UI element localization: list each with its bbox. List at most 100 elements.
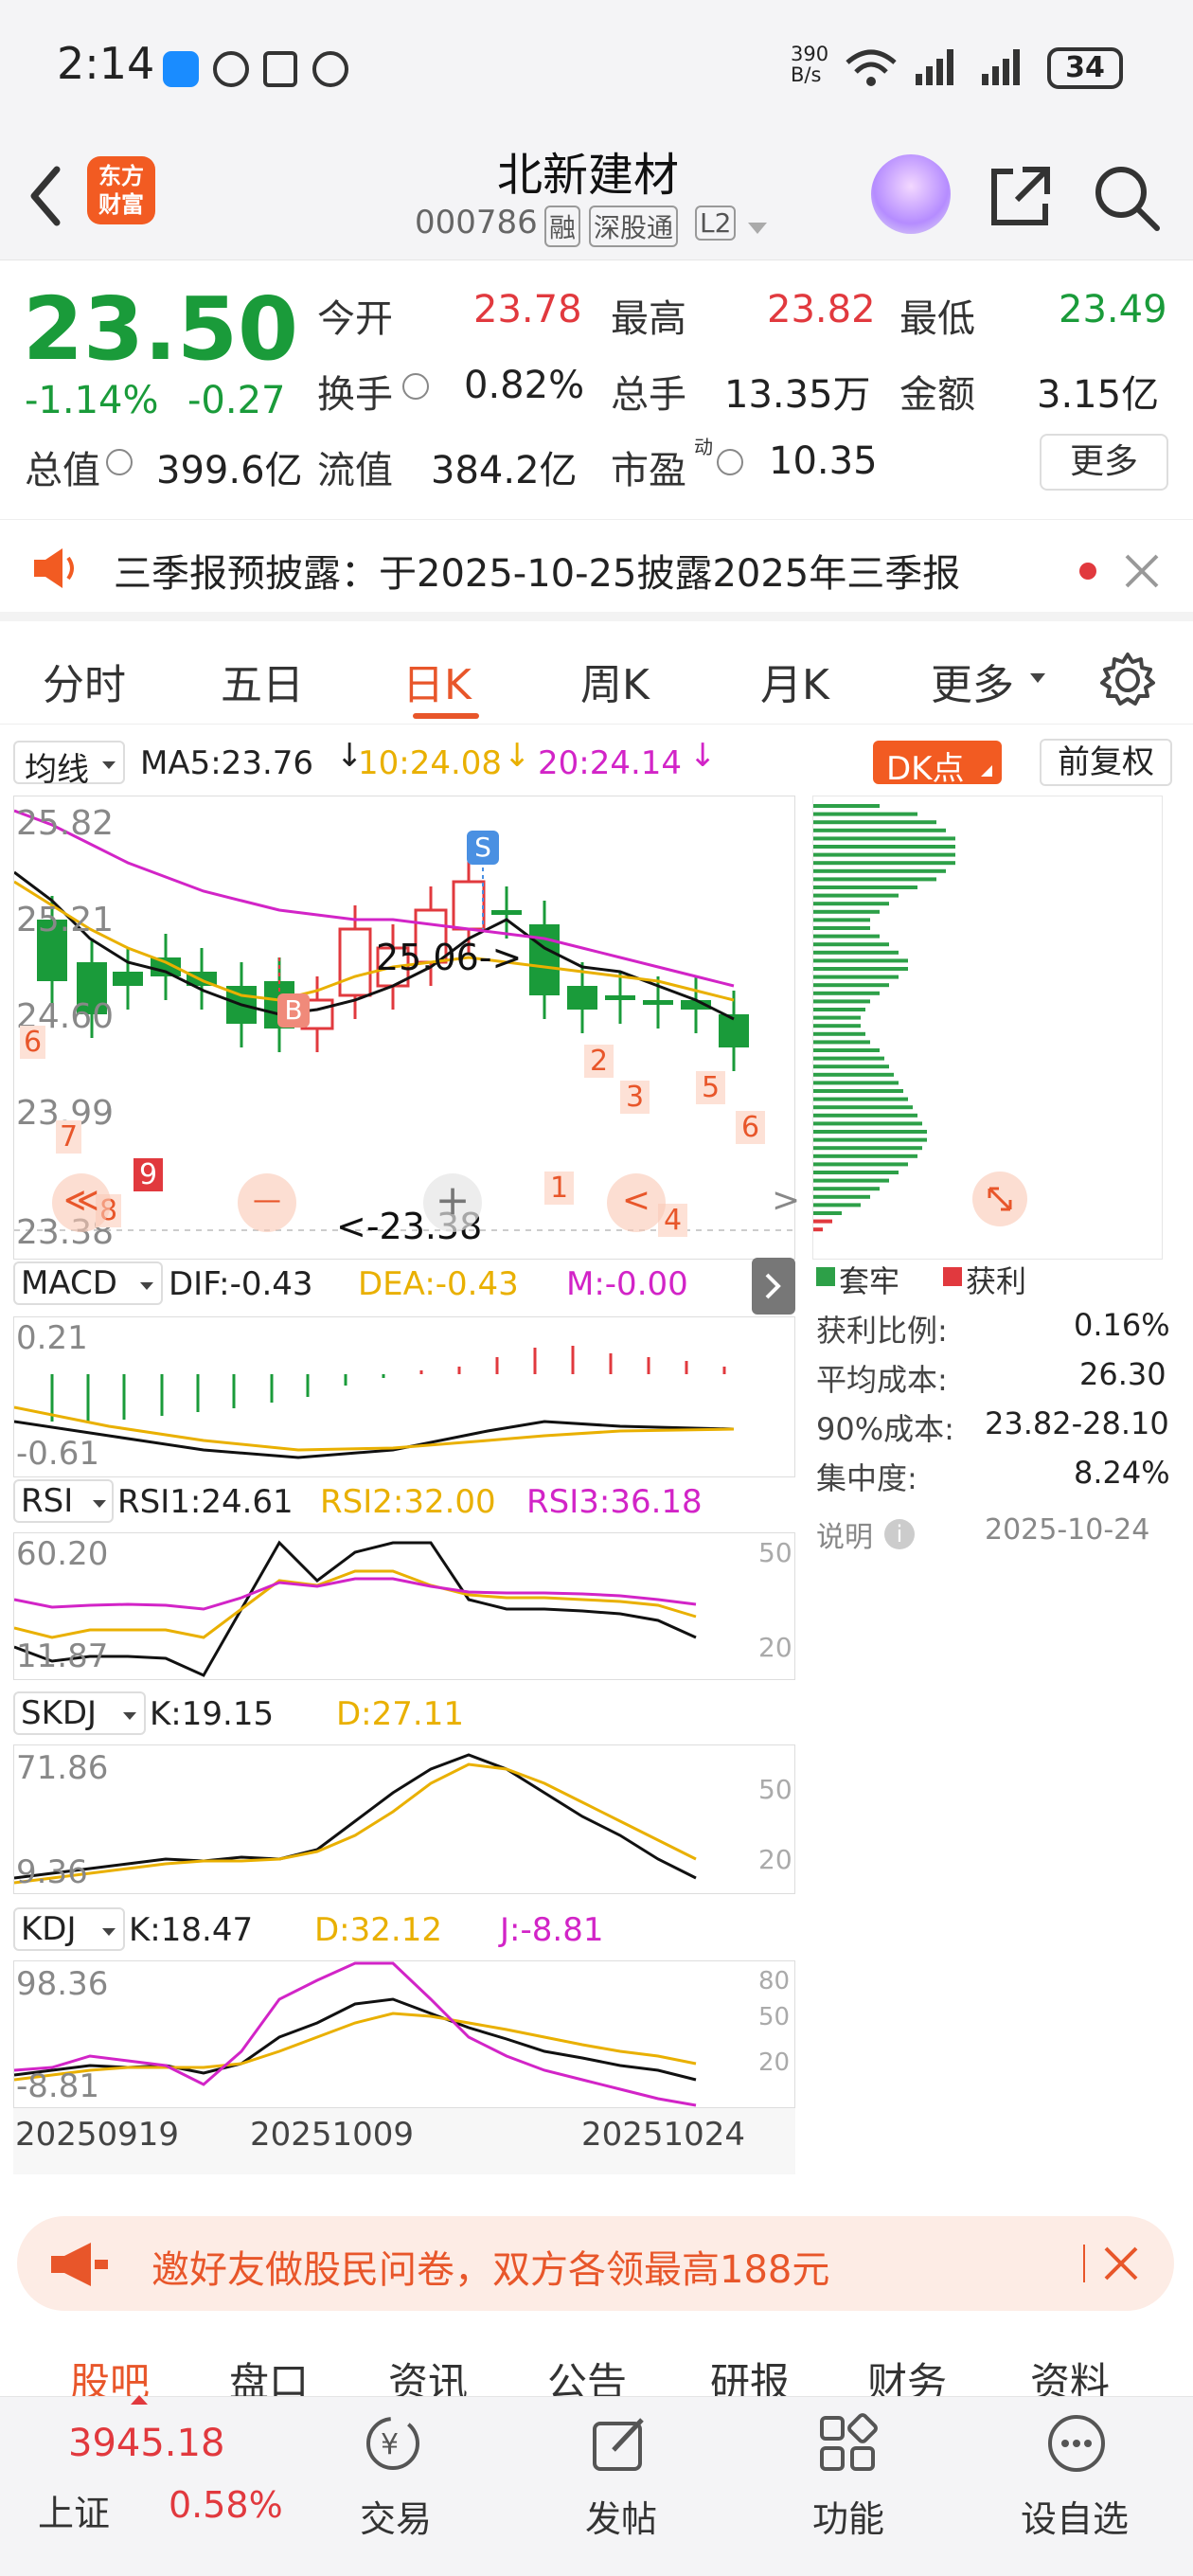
chip-bar <box>813 1171 899 1174</box>
low-value: 23.49 <box>1059 288 1167 331</box>
ref-level: 20 <box>758 2048 791 2077</box>
trade-icon[interactable]: ¥ <box>362 2412 424 2475</box>
high-value: 23.82 <box>767 288 876 331</box>
candle-body <box>338 927 372 997</box>
y-tick: 98.36 <box>16 1965 109 2003</box>
chip-distribution[interactable] <box>812 796 1163 1260</box>
ref-level: 20 <box>758 1844 792 1875</box>
close-icon[interactable] <box>1102 2245 1140 2282</box>
chip-bar <box>813 1194 870 1199</box>
chip-bar <box>813 967 908 971</box>
seq-label: 6 <box>20 1026 46 1059</box>
kline-chart[interactable]: 25.82 25.21 24.60 23.99 23.38 25.06-> <-… <box>13 796 800 1260</box>
x-axis: 20250919 20251009 20251024 <box>13 2108 795 2174</box>
back-icon[interactable] <box>21 158 68 234</box>
nav-add-watchlist[interactable]: 设自选 <box>1021 2490 1129 2542</box>
volume-label: 总手 <box>611 373 686 417</box>
rsi1-value: RSI1:24.61 <box>117 1483 294 1521</box>
signal-icon-1 <box>916 49 953 85</box>
skdj-select[interactable]: SKDJ <box>13 1691 146 1735</box>
chip-bar <box>813 1081 899 1085</box>
candle-body <box>643 1000 673 1005</box>
search-app-icon <box>163 51 199 87</box>
functions-icon[interactable] <box>816 2412 879 2475</box>
rsi-chart[interactable]: 60.20 11.87 50 20 <box>13 1532 795 1680</box>
select-caret-icon <box>102 761 116 769</box>
y-tick: -0.61 <box>16 1435 99 1473</box>
skdj-chart[interactable]: 71.86 9.36 50 20 <box>13 1744 795 1894</box>
pe-value: 10.35 <box>769 439 878 483</box>
scroll-left-button[interactable]: < <box>607 1173 666 1232</box>
chip-row-value: 8.24% <box>1074 1455 1170 1491</box>
settings-gear-icon[interactable] <box>1098 651 1157 709</box>
promo-banner[interactable]: 邀好友做股民问卷，双方各领最高188元 <box>17 2216 1174 2311</box>
info-icon[interactable] <box>402 373 429 400</box>
sell-marker[interactable]: S <box>467 831 499 865</box>
chip-bar <box>813 893 899 898</box>
nfc-icon <box>263 51 297 87</box>
tab-daily-k[interactable]: 日K <box>402 651 472 711</box>
unread-dot <box>1079 563 1096 580</box>
search-icon[interactable] <box>1089 160 1165 236</box>
macd-dif: DIF:-0.43 <box>169 1265 313 1303</box>
zoom-in-button[interactable]: + <box>423 1173 482 1232</box>
info-icon[interactable]: i <box>884 1519 915 1549</box>
index-value[interactable]: 3945.18 <box>68 2422 224 2465</box>
tab-more[interactable]: 更多 <box>931 651 1014 711</box>
notice-bar[interactable]: 三季报预披露：于2025-10-25披露2025年三季报 <box>0 519 1193 621</box>
expand-icon[interactable] <box>972 1172 1027 1226</box>
scroll-right-button[interactable]: > <box>772 1173 810 1232</box>
dk-point-button[interactable]: DK点 <box>873 741 1002 788</box>
badge-margin: 融 <box>544 206 581 247</box>
speaker-icon <box>34 548 74 588</box>
float-label: 流值 <box>317 449 393 492</box>
stock-name: 北新建材 <box>497 149 680 202</box>
volume-value: 13.35万 <box>724 373 871 417</box>
megaphone-icon <box>51 2243 108 2286</box>
expand-panel-button[interactable] <box>752 1258 795 1315</box>
info-icon[interactable] <box>717 449 743 475</box>
mktcap-value: 399.6亿 <box>156 449 303 492</box>
kdj-select[interactable]: KDJ <box>13 1907 125 1951</box>
dropdown-caret-icon[interactable] <box>746 221 769 236</box>
nav-functions[interactable]: 功能 <box>812 2490 884 2542</box>
macd-select[interactable]: MACD <box>13 1261 163 1305</box>
y-tick: 60.20 <box>16 1535 109 1573</box>
indicator-select[interactable]: 均线 <box>13 741 125 789</box>
turnover-value: 0.82% <box>464 364 585 407</box>
tab-intraday[interactable]: 分时 <box>43 651 126 711</box>
chip-note-label[interactable]: 说明 <box>816 1513 873 1555</box>
tab-monthly-k[interactable]: 月K <box>760 651 829 711</box>
kdj-chart[interactable]: 98.36 -8.81 80 50 20 <box>13 1960 795 2108</box>
skdj-k: K:19.15 <box>150 1695 275 1733</box>
tab-five-day[interactable]: 五日 <box>221 651 304 711</box>
chip-bar <box>813 1146 922 1151</box>
chip-bar <box>813 1015 861 1020</box>
index-name[interactable]: 上证 <box>38 2484 110 2536</box>
macd-chart[interactable]: 0.21 -0.61 <box>13 1316 795 1477</box>
amount-value: 3.15亿 <box>1037 373 1160 417</box>
chip-bar <box>813 942 889 947</box>
rsi-select[interactable]: RSI <box>13 1479 114 1523</box>
add-watchlist-icon[interactable] <box>1045 2412 1108 2475</box>
chip-bar <box>813 902 889 906</box>
close-icon[interactable] <box>1123 552 1161 590</box>
rsi3-value: RSI3:36.18 <box>526 1483 703 1521</box>
nav-trade[interactable]: 交易 <box>360 2490 432 2542</box>
more-button[interactable]: 更多 <box>1040 434 1168 491</box>
seq-label: 9 <box>134 1158 164 1191</box>
buy-marker[interactable]: B <box>277 993 310 1028</box>
zoom-out-button[interactable]: — <box>238 1173 296 1232</box>
share-icon[interactable] <box>985 160 1057 232</box>
adjust-button[interactable]: 前复权 <box>1040 739 1172 786</box>
info-icon[interactable] <box>106 449 133 475</box>
post-icon[interactable] <box>589 2412 651 2475</box>
nav-post[interactable]: 发帖 <box>585 2490 657 2542</box>
scroll-left-fast-button[interactable]: ≪ <box>52 1173 111 1232</box>
tab-weekly-k[interactable]: 周K <box>580 651 650 711</box>
chip-bar <box>813 861 955 866</box>
up-caret-icon <box>131 2395 148 2405</box>
chip-bar <box>813 828 946 832</box>
ai-assistant-avatar[interactable] <box>871 154 951 234</box>
rsi-svg <box>13 1540 697 1677</box>
